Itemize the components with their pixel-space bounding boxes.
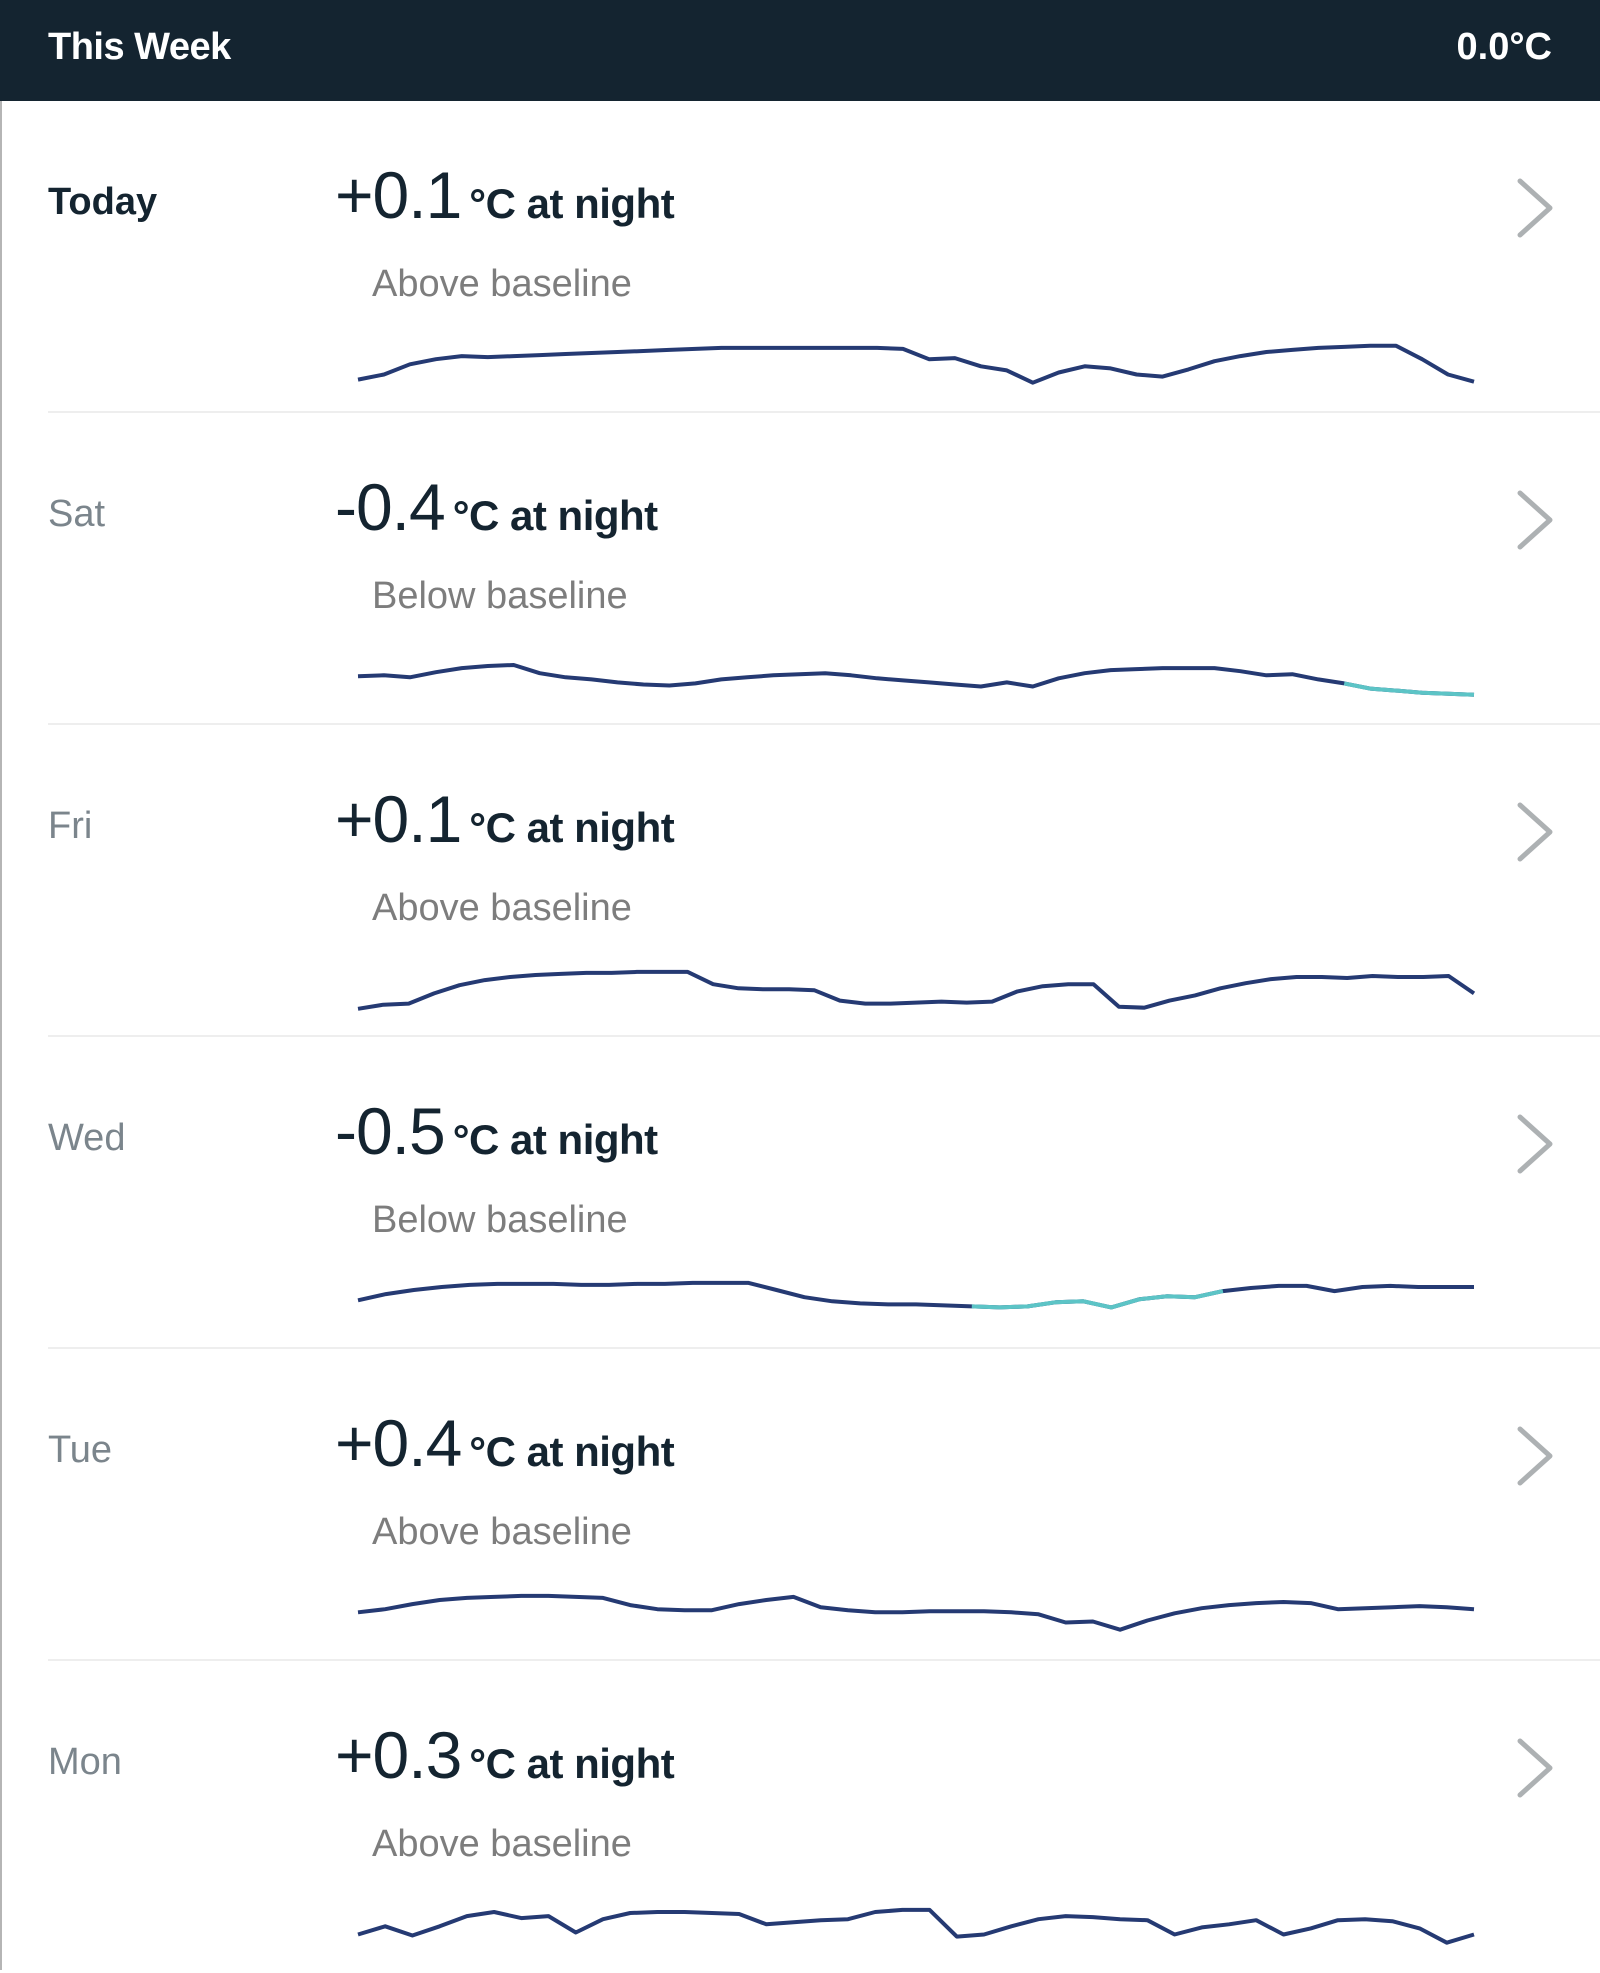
day-label: Mon (48, 1741, 122, 1783)
temperature-reading: -0.4 °C at night (335, 469, 658, 545)
day-label: Wed (48, 1117, 126, 1159)
sparkline-path (357, 663, 1475, 697)
sparkline-path (357, 343, 1475, 385)
temperature-unit: °C at night (452, 1116, 658, 1163)
sparkline-low-segment (1343, 681, 1475, 697)
baseline-status: Below baseline (372, 575, 628, 617)
temperature-unit: °C at night (469, 180, 675, 227)
sparkline-path (357, 1593, 1475, 1632)
day-label: Today (48, 181, 158, 223)
day-label: Tue (48, 1429, 113, 1471)
temperature-reading: +0.3 °C at night (335, 1717, 675, 1793)
day-label: Sat (48, 493, 106, 535)
chevron-right-icon[interactable] (1512, 1733, 1558, 1803)
temperature-reading: +0.1 °C at night (335, 781, 675, 857)
temperature-unit: °C at night (469, 804, 675, 851)
baseline-status: Below baseline (372, 1199, 628, 1241)
temperature-value: +0.1 (335, 782, 462, 856)
night-temperature-sparkline (357, 1593, 1475, 1632)
temperature-value: -0.5 (335, 1094, 446, 1168)
chevron-right-icon[interactable] (1512, 1421, 1558, 1491)
sparkline-low-segment (971, 1289, 1224, 1310)
baseline-status: Above baseline (372, 887, 632, 929)
day-row-today[interactable]: Today +0.1 °C at night Above baseline (0, 101, 1600, 413)
temperature-reading: -0.5 °C at night (335, 1093, 658, 1169)
night-temperature-sparkline (357, 343, 1475, 385)
day-label: Fri (48, 805, 93, 847)
chevron-right-icon[interactable] (1512, 1109, 1558, 1179)
day-row-mon[interactable]: Mon +0.3 °C at night Above baseline (0, 1661, 1600, 1973)
temperature-unit: °C at night (469, 1740, 675, 1787)
sparkline-path (357, 969, 1476, 1011)
temperature-unit: °C at night (452, 492, 658, 539)
day-row-wed[interactable]: Wed -0.5 °C at night Below baseline (0, 1037, 1600, 1349)
sparkline-path (357, 1280, 1474, 1310)
baseline-status: Above baseline (372, 1511, 632, 1553)
temperature-value: -0.4 (335, 470, 446, 544)
temperature-value: +0.1 (335, 158, 462, 232)
temperature-reading: +0.1 °C at night (335, 157, 675, 233)
baseline-status: Above baseline (372, 1823, 632, 1865)
night-temperature-sparkline (357, 663, 1475, 697)
day-row-sat[interactable]: Sat -0.4 °C at night Below baseline (0, 413, 1600, 725)
night-temperature-sparkline (357, 1280, 1474, 1310)
day-row-tue[interactable]: Tue +0.4 °C at night Above baseline (0, 1349, 1600, 1661)
page-title: This Week (48, 26, 231, 68)
night-temperature-sparkline (357, 969, 1476, 1011)
current-deviation: 0.0°C (1456, 26, 1552, 68)
temperature-value: +0.4 (335, 1406, 462, 1480)
sparkline-path (357, 1907, 1475, 1945)
baseline-status: Above baseline (372, 263, 632, 305)
chevron-right-icon[interactable] (1512, 173, 1558, 243)
temperature-unit: °C at night (469, 1428, 675, 1475)
temperature-value: +0.3 (335, 1718, 462, 1792)
night-temperature-sparkline (357, 1907, 1475, 1945)
day-row-fri[interactable]: Fri +0.1 °C at night Above baseline (0, 725, 1600, 1037)
chevron-right-icon[interactable] (1512, 797, 1558, 867)
temperature-reading: +0.4 °C at night (335, 1405, 675, 1481)
app-header: This Week 0.0°C (0, 0, 1600, 101)
chevron-right-icon[interactable] (1512, 485, 1558, 555)
